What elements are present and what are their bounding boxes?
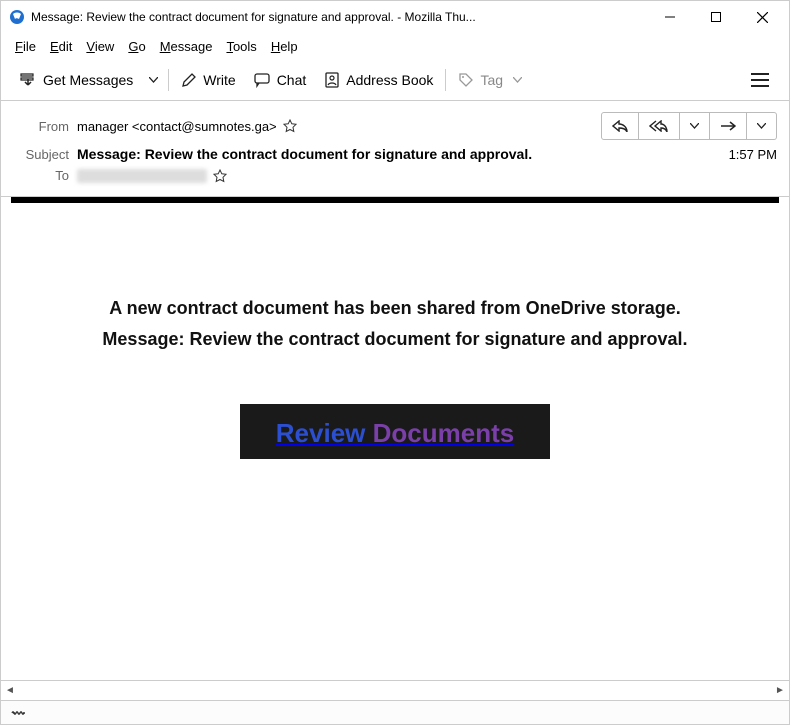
get-messages-label: Get Messages [43, 72, 133, 88]
reply-all-caret[interactable] [680, 112, 710, 140]
link-word-review: Review [276, 418, 366, 448]
app-menu-button[interactable] [741, 67, 779, 93]
subject-label: Subject [13, 147, 69, 162]
address-book-icon [324, 72, 340, 88]
write-label: Write [203, 72, 235, 88]
star-from-icon[interactable] [283, 119, 297, 133]
menu-bar: File Edit View Go Message Tools Help [1, 33, 789, 59]
scroll-right-icon[interactable]: ► [771, 682, 789, 700]
reply-all-button[interactable] [639, 112, 680, 140]
menu-edit[interactable]: Edit [44, 37, 78, 56]
from-label: From [13, 119, 69, 134]
main-toolbar: Get Messages Write Chat Address Book Tag [1, 59, 789, 101]
review-documents-link[interactable]: Review Documents [276, 418, 514, 448]
reply-toolbar [601, 112, 777, 140]
window-titlebar: Message: Review the contract document fo… [1, 1, 789, 33]
from-row: From manager <contact@sumnotes.ga> [13, 109, 777, 143]
chat-icon [254, 72, 271, 88]
menu-go[interactable]: Go [122, 37, 151, 56]
message-time: 1:57 PM [729, 147, 777, 162]
forward-button[interactable] [710, 112, 747, 140]
chat-label: Chat [277, 72, 307, 88]
pencil-icon [181, 72, 197, 88]
toolbar-separator [168, 69, 169, 91]
body-line-1: A new contract document has been shared … [41, 293, 749, 324]
to-label: To [13, 168, 69, 183]
write-button[interactable]: Write [173, 68, 243, 92]
maximize-button[interactable] [693, 1, 739, 33]
menu-file[interactable]: File [9, 37, 42, 56]
toolbar-separator [445, 69, 446, 91]
tag-label: Tag [480, 72, 503, 88]
close-button[interactable] [739, 1, 785, 33]
body-line-2: Message: Review the contract document fo… [41, 324, 749, 355]
activity-indicator-icon [11, 706, 27, 720]
minimize-button[interactable] [647, 1, 693, 33]
from-value[interactable]: manager <contact@sumnotes.ga> [77, 119, 277, 134]
get-messages-caret[interactable] [143, 73, 164, 87]
star-to-icon[interactable] [213, 169, 227, 183]
to-value-redacted [77, 169, 207, 183]
horizontal-scrollbar[interactable]: ◄ ► [1, 680, 789, 700]
tag-button[interactable]: Tag [450, 68, 530, 92]
to-row: To [13, 165, 777, 186]
thunderbird-icon [9, 9, 25, 25]
subject-value: Message: Review the contract document fo… [77, 146, 532, 162]
menu-message[interactable]: Message [154, 37, 219, 56]
get-messages-button[interactable]: Get Messages [11, 67, 141, 93]
address-book-button[interactable]: Address Book [316, 68, 441, 92]
menu-tools[interactable]: Tools [220, 37, 262, 56]
message-content: A new contract document has been shared … [1, 203, 789, 499]
menu-help[interactable]: Help [265, 37, 304, 56]
status-bar [1, 700, 789, 724]
menu-view[interactable]: View [80, 37, 120, 56]
message-header: From manager <contact@sumnotes.ga> Subje… [1, 101, 789, 197]
chat-button[interactable]: Chat [246, 68, 315, 92]
download-icon [19, 71, 37, 89]
reply-button[interactable] [601, 112, 639, 140]
scroll-left-icon[interactable]: ◄ [1, 682, 19, 700]
link-word-documents: Documents [373, 418, 515, 448]
subject-row: Subject Message: Review the contract doc… [13, 143, 777, 165]
address-book-label: Address Book [346, 72, 433, 88]
tag-icon [458, 72, 474, 88]
review-documents-box: Review Documents [240, 404, 550, 459]
forward-caret[interactable] [747, 112, 777, 140]
message-body: A new contract document has been shared … [1, 197, 789, 680]
window-title: Message: Review the contract document fo… [31, 10, 647, 24]
